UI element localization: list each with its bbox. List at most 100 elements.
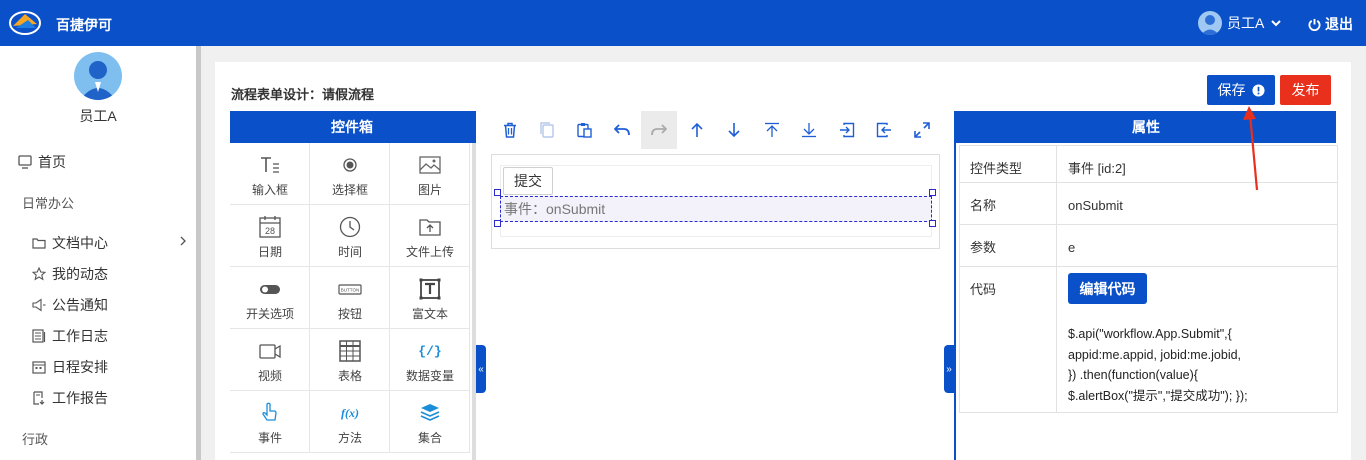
properties-panel: 属性 控件类型 事件 [id:2] 名称 onSubmit 参数 e 代码 编辑… [954,111,1338,460]
resize-handle[interactable] [929,189,936,196]
trash-icon[interactable] [492,111,528,149]
control-item-upload[interactable]: 文件上传 [390,205,470,267]
redo-icon[interactable] [641,111,677,149]
control-item-date[interactable]: 28 日期 [230,205,310,267]
sidebar-item-label: 公告通知 [52,297,108,313]
sidebar-item-schedule[interactable]: 日程安排 [32,357,108,377]
control-item-label: 日期 [257,245,282,259]
control-item-label: 事件 [257,431,282,445]
sidebar-item-notice[interactable]: 公告通知 [32,295,108,315]
avatar [1198,11,1222,35]
radio-icon [343,158,357,172]
property-value: 事件 [id:2] [1056,145,1338,183]
text-input-icon [261,157,279,173]
info-icon [1251,83,1265,97]
control-item-label: 表格 [337,369,362,383]
control-item-label: 数据变量 [405,369,454,383]
control-item-button[interactable]: BUTTON 按钮 [310,267,390,329]
table-icon [339,340,361,362]
logo-icon [9,11,41,35]
chevron-down-icon [1271,20,1282,27]
property-key: 控件类型 [959,145,1057,183]
control-item-label: 集合 [417,431,442,445]
editor-toolbar [492,111,942,149]
export-icon[interactable] [866,111,902,149]
sidebar-item-label: 文档中心 [52,235,108,251]
control-item-time[interactable]: 时间 [310,205,390,267]
control-item-method[interactable]: f(x) 方法 [310,391,390,453]
control-item-richtext[interactable]: 富文本 [390,267,470,329]
logout-button[interactable]: 退出 [1308,14,1353,34]
control-item-select[interactable]: 选择框 [310,143,390,205]
control-item-variable[interactable]: {/} 数据变量 [390,329,470,391]
control-item-video[interactable]: 视频 [230,329,310,391]
sidebar-item-label: 工作日志 [52,328,108,344]
power-icon [1308,18,1321,31]
sidebar-group-office: 日常办公 [22,196,75,211]
sidebar-scrollbar[interactable] [196,46,201,460]
user-menu[interactable]: 员工A [1198,10,1282,36]
property-key: 代码 [959,266,1057,413]
button-icon: BUTTON [338,284,362,295]
edit-code-button[interactable]: 编辑代码 [1068,273,1147,304]
property-row: 控件类型 事件 [id:2] [959,145,1338,183]
publish-button[interactable]: 发布 [1280,75,1331,105]
control-item-label: 文件上传 [405,245,454,259]
control-item-table[interactable]: 表格 [310,329,390,391]
arrow-down-icon[interactable] [716,111,752,149]
resize-handle[interactable] [929,220,936,227]
resize-handle[interactable] [494,189,501,196]
sidebar-item-label: 首页 [38,154,66,170]
control-item-label: 输入框 [251,183,288,197]
fullscreen-icon[interactable] [904,111,940,149]
undo-icon[interactable] [604,111,640,149]
control-item-label: 方法 [337,431,362,445]
property-name-value[interactable]: onSubmit [1056,182,1338,225]
copy-icon[interactable] [529,111,565,149]
control-item-collection[interactable]: 集合 [390,391,470,453]
property-key: 参数 [959,224,1057,267]
sidebar-item-activity[interactable]: 我的动态 [32,264,108,284]
calendar-date-icon: 28 [259,216,281,238]
control-item-label: 按钮 [337,307,362,321]
control-item-input[interactable]: 输入框 [230,143,310,205]
sidebar-item-docs[interactable]: 文档中心 [32,233,108,253]
arrow-up-icon[interactable] [679,111,715,149]
control-box-scrollbar[interactable] [472,143,476,460]
logout-label: 退出 [1325,16,1353,32]
button-icon-text: BUTTON [341,288,359,293]
save-label: 保存 [1217,82,1246,98]
sidebar-item-label: 日程安排 [52,359,108,375]
sidebar-item-worklog[interactable]: 工作日志 [32,326,108,346]
sidebar: 员工A 首页 日常办公 文档中心 我的动态 公告通知 工作日志 日程安排 工作报… [0,46,196,460]
control-item-label: 富文本 [411,307,448,321]
property-param-value[interactable]: e [1056,224,1338,267]
event-component[interactable]: 事件：onSubmit [500,196,932,222]
submit-button[interactable]: 提交 [503,167,553,195]
folder-icon [32,238,46,249]
properties-table: 控件类型 事件 [id:2] 名称 onSubmit 参数 e 代码 编辑代码 … [959,145,1338,413]
star-icon [32,267,46,281]
sidebar-user-name: 员工A [79,108,117,124]
control-item-switch[interactable]: 开关选项 [230,267,310,329]
sidebar-item-label: 我的动态 [52,266,108,282]
paste-icon[interactable] [566,111,602,149]
monitor-icon [18,155,32,169]
annotation-arrow-icon [1243,106,1259,191]
variable-icon-text: {/} [418,344,441,359]
import-icon[interactable] [829,111,865,149]
move-top-icon[interactable] [754,111,790,149]
resize-handle[interactable] [494,220,501,227]
control-item-image[interactable]: 图片 [390,143,470,205]
sidebar-item-home[interactable]: 首页 [18,152,66,172]
collapse-right-handle[interactable]: » [944,345,954,393]
collapse-left-handle[interactable]: « [476,345,486,393]
control-item-event[interactable]: 事件 [230,391,310,453]
sidebar-item-label: 工作报告 [52,390,108,406]
save-button[interactable]: 保存 [1207,75,1275,105]
function-icon-text: f(x) [341,406,359,420]
sidebar-item-report[interactable]: 工作报告 [32,388,108,408]
move-bottom-icon[interactable] [791,111,827,149]
brand-name: 百捷伊可 [56,17,112,33]
control-item-label: 视频 [257,369,282,383]
